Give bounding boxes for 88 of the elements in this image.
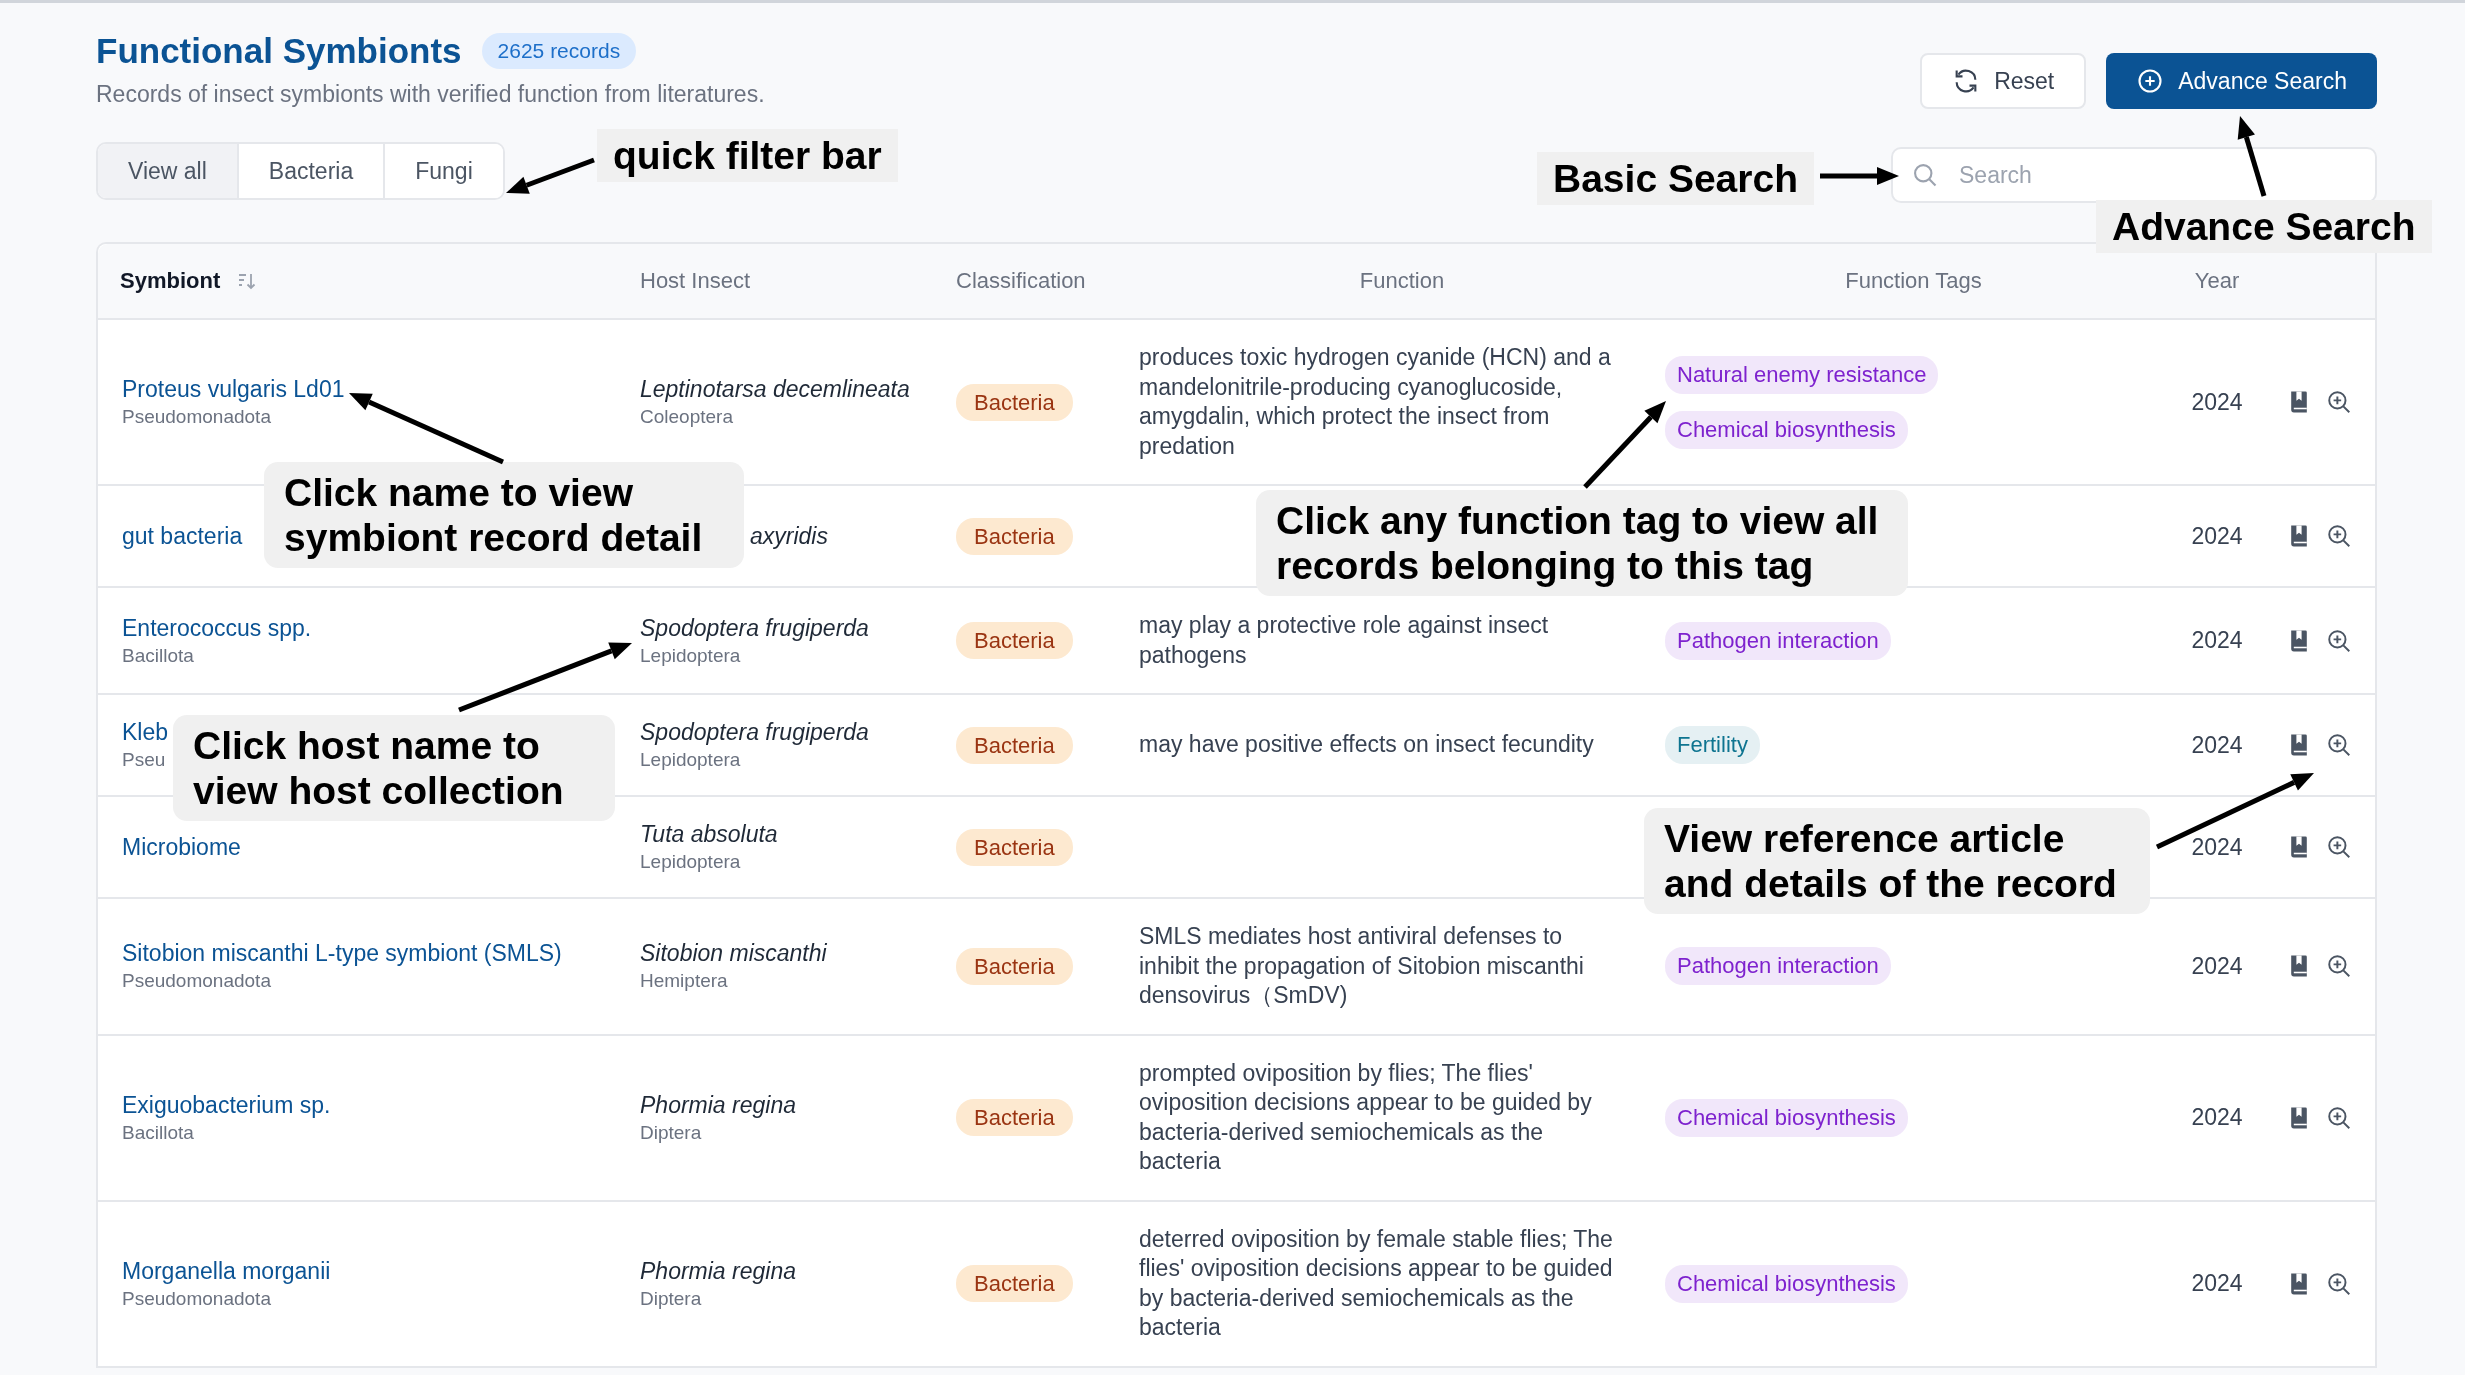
function-text: deterred oviposition by female stable flies; The flies' oviposition decisions appear to be guided by bacteria-derived semiochemicals as the bacteria [1139, 1224, 1614, 1342]
host-link[interactable]: Leptinotarsa decemlineata [640, 375, 910, 404]
function-text: produces toxic hydrogen cyanide (HCN) and a mandelonitrile-producing cyanoglucoside, amygdalin, which protect the insect from predation [1139, 343, 1612, 461]
classification-tag: Bacteria [956, 1265, 1073, 1302]
function-tag[interactable]: Chemical biosynthesis [1665, 1264, 1908, 1303]
symbiont-link[interactable]: Morganella morganii [122, 1256, 331, 1286]
host-link[interactable]: axyridis [750, 521, 828, 551]
page-subtitle: Records of insect symbionts with verified function from literatures. [96, 81, 765, 108]
symbiont-link[interactable]: Kleb [122, 718, 169, 747]
year-text: 2024 [2191, 833, 2243, 860]
search-field[interactable]: Search [1891, 147, 2377, 203]
filter-tab[interactable]: View all [98, 144, 237, 198]
annotation-callout: quick filter bar [597, 129, 898, 182]
function-tag[interactable]: Fertility [1665, 726, 1760, 764]
function-text: may have positive effects on insect fecundity [1139, 730, 1595, 760]
classification-tag: Bacteria [956, 383, 1073, 421]
classification-tag: Bacteria [956, 622, 1073, 659]
annotation-callout: Click name to view symbiont record detail [264, 462, 744, 568]
symbiont-link[interactable]: Enterococcus spp. [122, 613, 312, 643]
column-header: Classification [956, 268, 1086, 294]
column-header: Function [1359, 268, 1445, 294]
order-text: Lepidoptera [640, 748, 741, 772]
order-text: Lepidoptera [640, 643, 741, 668]
record-count-badge: 2625 records [481, 33, 637, 69]
symbiont-link[interactable]: Sitobion miscanthi L-type symbiont (SMLS) [122, 939, 562, 969]
zoom-in-icon[interactable] [2326, 389, 2352, 415]
zoom-in-icon[interactable] [2326, 953, 2352, 980]
zoom-in-icon[interactable] [2326, 523, 2352, 549]
order-text: Diptera [640, 1286, 702, 1311]
zoom-in-icon[interactable] [2326, 1270, 2352, 1297]
year-text: 2024 [2191, 388, 2243, 415]
function-text: prompted oviposition by flies; The flies' oviposition decisions appear to be guided by bacteria-derived semiochemicals as the bacteria [1139, 1058, 1593, 1176]
function-tag[interactable]: Chemical biosynthesis [1665, 1098, 1908, 1137]
symbiont-link[interactable]: Proteus vulgaris Ld01 [122, 375, 345, 404]
phylum-text: Pseudomonadota [122, 969, 271, 994]
host-link[interactable]: Spodoptera frugiperda [640, 718, 869, 747]
year-text: 2024 [2191, 952, 2243, 979]
symbiont-link[interactable]: Exiguobacterium sp. [122, 1090, 331, 1120]
symbiont-link[interactable]: Microbiome [122, 832, 241, 862]
page-title: Functional Symbionts [96, 31, 462, 71]
filter-tab[interactable]: Fungi [383, 144, 503, 198]
host-link[interactable]: Phormia regina [640, 1090, 796, 1120]
order-text: Lepidoptera [640, 850, 741, 874]
column-header: Function Tags [1845, 268, 1982, 294]
function-tag[interactable]: Natural enemy resistance [1665, 355, 1939, 394]
symbiont-link[interactable]: gut bacteria [122, 521, 243, 551]
host-link[interactable]: Tuta absoluta [640, 820, 778, 849]
classification-tag: Bacteria [956, 1099, 1073, 1136]
annotation-callout: View reference article and details of the record [1644, 808, 2150, 914]
host-link[interactable]: Phormia regina [640, 1256, 796, 1286]
annotation-callout: Click host name to view host collection [173, 715, 615, 821]
reset-button[interactable]: Reset [1920, 53, 2087, 109]
phylum-text: Bacillota [122, 1120, 194, 1145]
annotation-callout: Basic Search [1537, 152, 1814, 205]
search-icon [1911, 161, 1939, 189]
function-tag[interactable]: Pathogen interaction [1665, 621, 1891, 660]
year-text: 2024 [2191, 522, 2243, 549]
zoom-in-icon[interactable] [2326, 1104, 2352, 1131]
column-header: Host Insect [640, 268, 751, 294]
year-text: 2024 [2191, 1104, 2243, 1130]
classification-tag: Bacteria [956, 947, 1073, 985]
classification-tag: Bacteria [956, 828, 1073, 866]
advance-search-button[interactable]: Advance Search [2106, 53, 2377, 109]
annotation-callout: Click any function tag to view all records belonging to this tag [1256, 490, 1908, 596]
classification-tag: Bacteria [956, 517, 1073, 555]
column-header: Year [2194, 268, 2240, 294]
host-link[interactable]: Spodoptera frugiperda [640, 613, 869, 643]
year-text: 2024 [2191, 627, 2243, 653]
phylum-text: Pseu [122, 748, 166, 772]
zoom-in-icon[interactable] [2326, 732, 2352, 758]
annotation-callout: Advance Search [2096, 200, 2432, 253]
function-tag[interactable]: Chemical biosynthesis [1665, 410, 1908, 449]
year-text: 2024 [2191, 731, 2243, 758]
host-link[interactable]: Sitobion miscanthi [640, 939, 827, 969]
phylum-text: Bacillota [122, 643, 194, 668]
function-tag[interactable]: Pathogen interaction [1665, 947, 1891, 986]
order-text: Coleoptera [640, 405, 733, 429]
function-text: SMLS mediates host antiviral defenses to inhibit the propagation of Sitobion miscanthi densovirus（SmDV) [1139, 922, 1585, 1010]
year-text: 2024 [2191, 1270, 2243, 1296]
classification-tag: Bacteria [956, 726, 1073, 764]
phylum-text: Pseudomonadota [122, 1286, 271, 1311]
phylum-text: Pseudomonadota [122, 405, 271, 429]
zoom-in-icon[interactable] [2326, 627, 2352, 654]
order-text: Hemiptera [640, 969, 728, 994]
function-text: may play a protective role against insect pathogens [1139, 611, 1550, 670]
order-text: Diptera [640, 1120, 702, 1145]
zoom-in-icon[interactable] [2326, 834, 2352, 860]
column-header[interactable]: Symbiont [120, 268, 221, 294]
